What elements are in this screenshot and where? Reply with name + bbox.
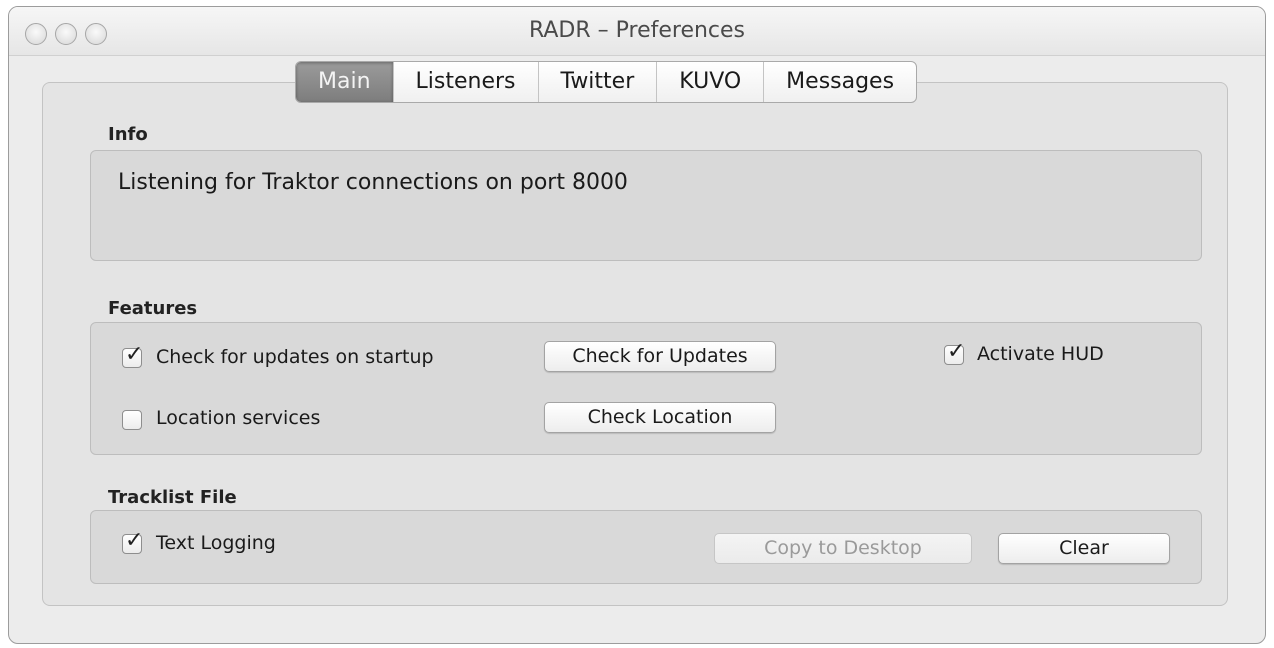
check-updates-startup-label[interactable]: Check for updates on startup [156,346,434,368]
location-services-checkbox[interactable] [122,410,142,430]
tracklist-heading: Tracklist File [108,487,237,508]
copy-to-desktop-button[interactable]: Copy to Desktop [714,533,972,564]
activate-hud-label[interactable]: Activate HUD [977,343,1104,365]
check-location-button[interactable]: Check Location [544,402,776,433]
info-text: Listening for Traktor connections on por… [118,170,628,195]
checkmark-icon: ✓ [125,528,144,553]
tab-kuvo[interactable]: KUVO [656,62,763,102]
tab-listeners[interactable]: Listeners [392,62,538,102]
clear-button[interactable]: Clear [998,533,1170,564]
location-services-label[interactable]: Location services [156,407,320,429]
features-heading: Features [108,298,198,319]
text-logging-label[interactable]: Text Logging [156,532,276,554]
info-panel [90,150,1202,261]
checkmark-icon: ✓ [947,339,966,364]
title-bar[interactable]: RADR – Preferences [9,7,1265,56]
tab-twitter[interactable]: Twitter [537,62,657,102]
checkmark-icon: ✓ [125,342,144,367]
tab-main[interactable]: Main [296,62,393,102]
text-logging-checkbox[interactable]: ✓ [122,530,143,554]
window-title: RADR – Preferences [528,18,746,43]
tab-messages[interactable]: Messages [763,62,916,102]
info-heading: Info [108,124,148,145]
check-updates-startup-checkbox[interactable]: ✓ [122,344,143,368]
tab-bar: Main Listeners Twitter KUVO Messages [295,61,918,103]
activate-hud-checkbox[interactable]: ✓ [944,341,965,365]
check-for-updates-button[interactable]: Check for Updates [544,341,776,372]
